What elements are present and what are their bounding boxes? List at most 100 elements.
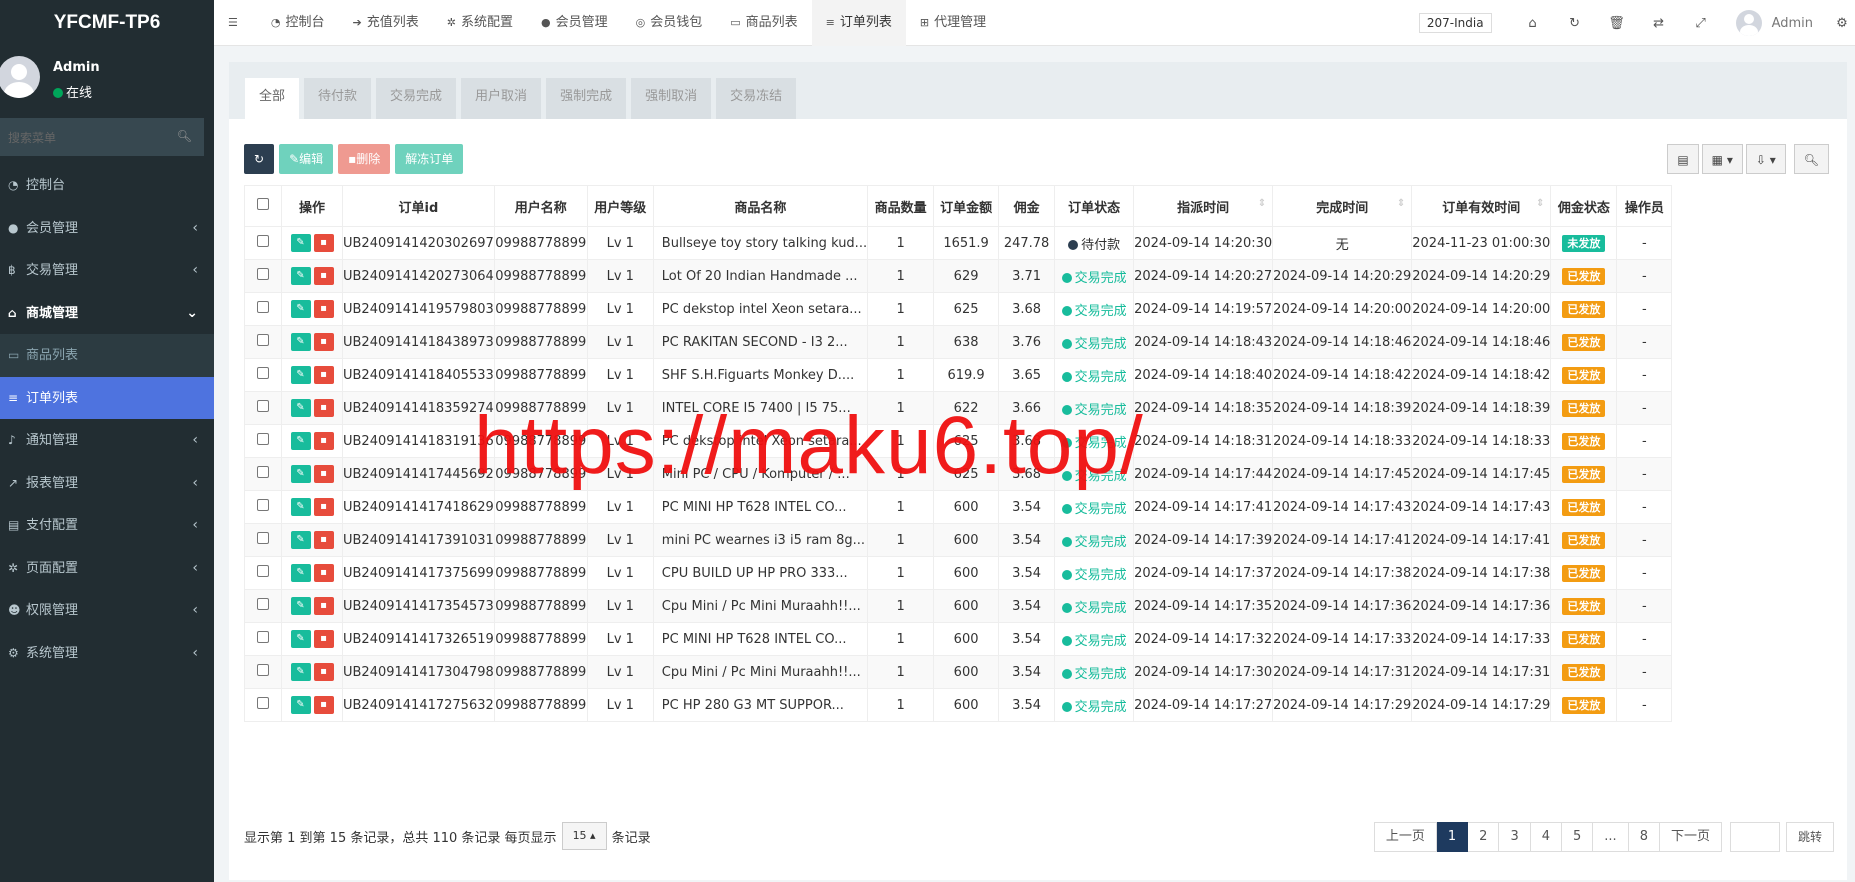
tab-wallet[interactable]: ◎ 会员钱包 [622, 0, 717, 46]
sidebar-item-orders[interactable]: ≡ 订单列表 [0, 376, 214, 419]
checkbox[interactable] [257, 400, 269, 412]
tab-products[interactable]: ▭ 商品列表 [716, 0, 811, 46]
trash-icon[interactable]: ▪ [313, 333, 334, 351]
tab-members[interactable]: ● 会员管理 [527, 0, 622, 46]
trash-icon[interactable]: ▪ [313, 366, 334, 384]
edit-icon[interactable]: ✎ [290, 333, 311, 351]
refresh-icon[interactable]: ↻ [1554, 16, 1596, 31]
trash-icon[interactable]: ▪ [313, 267, 334, 285]
sidebar-item-trade[interactable]: ฿ 交易管理 ‹ [0, 249, 214, 292]
columns-button[interactable]: ▦ ▾ [1701, 144, 1743, 174]
tab-user-cancel[interactable]: 用户取消 [461, 78, 542, 119]
search-icon[interactable]: 🔍︎ [177, 129, 192, 143]
row-checkbox-cell[interactable] [244, 589, 282, 623]
fullscreen-icon[interactable]: ⤢ [1680, 16, 1722, 31]
edit-icon[interactable]: ✎ [290, 366, 311, 384]
trash-icon[interactable]: ▪ [313, 432, 334, 450]
row-checkbox-cell[interactable] [244, 523, 282, 557]
edit-icon[interactable]: ✎ [290, 597, 311, 615]
tab-pending[interactable]: 待付款 [304, 78, 372, 119]
trash-icon[interactable]: ▪ [313, 465, 334, 483]
trash-icon[interactable]: ▪ [313, 531, 334, 549]
page-button[interactable]: 2 [1468, 822, 1500, 852]
tab-all[interactable]: 全部 [245, 78, 300, 119]
trash-icon[interactable]: ▪ [313, 663, 334, 681]
row-checkbox-cell[interactable] [244, 688, 282, 722]
row-checkbox-cell[interactable] [244, 391, 282, 425]
tab-agents[interactable]: ⊞ 代理管理 [906, 0, 1000, 46]
trash-icon[interactable]: ▪ [313, 399, 334, 417]
edit-icon[interactable]: ✎ [290, 234, 311, 252]
trash-icon[interactable]: ▪ [313, 234, 334, 252]
sidebar-item-dashboard[interactable]: ◔ 控制台 [0, 164, 214, 207]
sidebar-item-system[interactable]: ⚙ 系统管理 ‹ [0, 632, 214, 675]
tab-config[interactable]: ✲ 系统配置 [433, 0, 527, 46]
page-button[interactable]: 8 [1628, 822, 1660, 852]
col-header-sortable[interactable]: 指派时间 [1133, 185, 1274, 227]
row-checkbox-cell[interactable] [244, 259, 282, 293]
jump-page-input[interactable] [1729, 822, 1780, 852]
checkbox[interactable] [257, 532, 269, 544]
checkbox[interactable] [257, 301, 269, 313]
tab-force-cancel[interactable]: 强制取消 [631, 78, 712, 119]
row-checkbox-cell[interactable] [244, 325, 282, 359]
checkbox[interactable] [257, 235, 269, 247]
translate-icon[interactable]: ⇄ [1638, 16, 1680, 31]
edit-icon[interactable]: ✎ [290, 564, 311, 582]
row-checkbox-cell[interactable] [244, 358, 282, 392]
prev-page-button[interactable]: 上一页 [1373, 822, 1437, 852]
checkbox[interactable] [257, 367, 269, 379]
unfreeze-button[interactable]: 解冻订单 [395, 144, 464, 174]
search-button[interactable]: 🔍︎ [1793, 144, 1829, 174]
trash-icon[interactable]: ▪ [313, 630, 334, 648]
checkbox[interactable] [257, 598, 269, 610]
row-checkbox-cell[interactable] [244, 622, 282, 656]
export-button[interactable]: ⇩ ▾ [1745, 144, 1786, 174]
edit-icon[interactable]: ✎ [290, 531, 311, 549]
col-header-sortable[interactable]: 订单有效时间 [1411, 185, 1552, 227]
page-button[interactable]: 1 [1436, 822, 1469, 852]
row-checkbox-cell[interactable] [244, 292, 282, 326]
page-size-select[interactable]: 15 ▴ [561, 822, 607, 850]
sidebar-item-notify[interactable]: ♪ 通知管理 ‹ [0, 419, 214, 462]
checkbox[interactable] [257, 499, 269, 511]
edit-icon[interactable]: ✎ [290, 300, 311, 318]
checkbox[interactable] [257, 664, 269, 676]
checkbox[interactable] [257, 565, 269, 577]
trash-icon[interactable]: 🗑︎ [1596, 16, 1638, 31]
menu-toggle-button[interactable]: ☰ [214, 0, 257, 46]
trash-icon[interactable]: ▪ [313, 498, 334, 516]
edit-icon[interactable]: ✎ [290, 399, 311, 417]
edit-icon[interactable]: ✎ [290, 696, 311, 714]
menu-search-input[interactable]: 搜索菜单 🔍︎ [0, 118, 204, 156]
next-page-button[interactable]: 下一页 [1659, 822, 1722, 852]
cogs-icon[interactable]: ⚙ [1829, 16, 1855, 31]
checkbox[interactable] [257, 268, 269, 280]
edit-icon[interactable]: ✎ [290, 465, 311, 483]
edit-icon[interactable]: ✎ [290, 267, 311, 285]
refresh-button[interactable]: ↻ [244, 144, 275, 174]
row-checkbox-cell[interactable] [244, 457, 282, 491]
checkbox[interactable] [257, 466, 269, 478]
sidebar-item-products[interactable]: ▭ 商品列表 [0, 334, 214, 377]
row-checkbox-cell[interactable] [244, 424, 282, 458]
app-logo[interactable]: YFCMF-TP6 [0, 0, 214, 46]
edit-button[interactable]: ✎编辑 [279, 144, 334, 174]
trash-icon[interactable]: ▪ [313, 597, 334, 615]
edit-icon[interactable]: ✎ [290, 630, 311, 648]
home-icon[interactable]: ⌂ [1512, 16, 1554, 31]
tab-dashboard[interactable]: ◔ 控制台 [257, 0, 339, 46]
avatar[interactable] [1735, 10, 1762, 36]
sidebar-item-pages[interactable]: ✲ 页面配置 ‹ [0, 547, 214, 590]
sidebar-item-permissions[interactable]: ☻ 权限管理 ‹ [0, 589, 214, 632]
admin-name[interactable]: Admin [1772, 16, 1813, 31]
trash-icon[interactable]: ▪ [313, 564, 334, 582]
sidebar-item-reports[interactable]: ↗ 报表管理 ‹ [0, 462, 214, 505]
tab-frozen[interactable]: 交易冻结 [716, 78, 797, 119]
checkbox[interactable] [257, 198, 269, 210]
jump-button[interactable]: 跳转 [1785, 822, 1834, 852]
sidebar-item-mall[interactable]: ⌂ 商城管理 ⌄ [0, 292, 214, 335]
tab-force-complete[interactable]: 强制完成 [546, 78, 627, 119]
page-button[interactable]: 5 [1562, 822, 1594, 852]
delete-button[interactable]: ▪删除 [338, 144, 391, 174]
